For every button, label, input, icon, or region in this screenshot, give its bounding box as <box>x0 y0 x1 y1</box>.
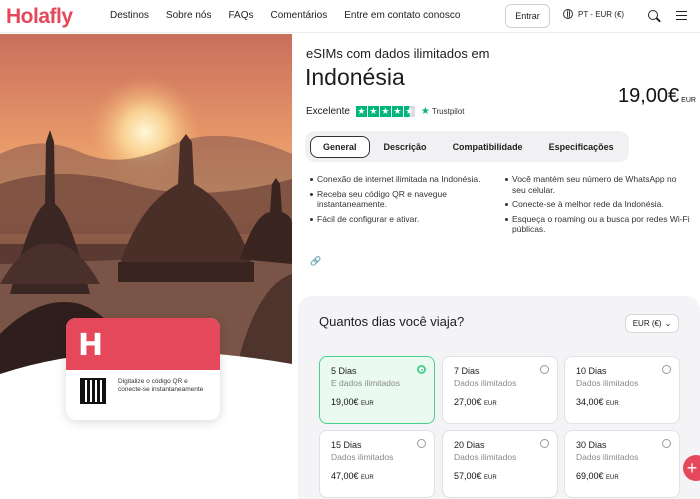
nav-links: Destinos Sobre nós FAQs Comentários Entr… <box>110 10 477 21</box>
star-icon: ★ <box>379 106 391 117</box>
holafly-logo[interactable]: Holafly <box>6 5 73 29</box>
plan-label: Dados ilimitados <box>576 378 639 388</box>
list-item: Receba seu código QR e navegue instantan… <box>310 189 495 210</box>
plan-price: 57,00€ EUR <box>454 471 497 481</box>
plan-label: Dados ilimitados <box>576 452 639 462</box>
nav-link-destinos[interactable]: Destinos <box>110 10 149 21</box>
plus-icon: + <box>686 457 698 478</box>
list-item: Esqueça o roaming ou a busca por redes W… <box>505 214 690 235</box>
qr-instructions: Digitalize o código QR e conecte-se inst… <box>118 378 204 393</box>
product-subtitle: eSIMs com dados ilimitados em <box>306 46 490 61</box>
search-icon[interactable] <box>648 10 658 20</box>
radio-icon[interactable] <box>662 439 671 448</box>
esim-card-illustration: H Digitalize o código QR e conecte-se in… <box>66 318 220 420</box>
plan-option-30-days[interactable]: 30 Dias Dados ilimitados 69,00€ EUR <box>564 430 680 498</box>
plan-price: 34,00€ EUR <box>576 397 619 407</box>
rating-stars: ★ ★ ★ ★ ★ <box>355 106 415 117</box>
price-currency: EUR <box>681 97 696 104</box>
globe-icon <box>563 9 573 19</box>
plan-price: 19,00€ EUR <box>331 397 374 407</box>
login-button[interactable]: Entrar <box>505 4 550 28</box>
trustpilot-badge: ★ Trustpilot <box>421 106 465 117</box>
plan-option-10-days[interactable]: 10 Dias Dados ilimitados 34,00€ EUR <box>564 356 680 424</box>
nav-link-comentarios[interactable]: Comentários <box>271 10 328 21</box>
radio-icon[interactable] <box>540 365 549 374</box>
plan-option-7-days[interactable]: 7 Dias Dados ilimitados 27,00€ EUR <box>442 356 558 424</box>
nav-link-faqs[interactable]: FAQs <box>229 10 254 21</box>
language-selector[interactable]: PT - EUR (€) <box>563 9 624 19</box>
tab-compatibilidade[interactable]: Compatibilidade <box>441 136 535 158</box>
tab-descricao[interactable]: Descrição <box>372 136 439 158</box>
star-icon: ★ <box>355 106 367 117</box>
features-right: Você mantém seu número de WhatsApp no se… <box>505 174 690 239</box>
trustpilot-star-icon: ★ <box>420 106 430 117</box>
trustpilot-label: Trustpilot <box>431 107 465 116</box>
list-item: Você mantém seu número de WhatsApp no se… <box>505 174 690 195</box>
product-tabs: General Descrição Compatibilidade Especi… <box>305 131 629 162</box>
nav-link-contato[interactable]: Entre em contato conosco <box>344 10 460 21</box>
plan-label: Dados ilimitados <box>331 452 394 462</box>
rating-label: Excelente <box>306 106 350 117</box>
plan-option-15-days[interactable]: 15 Dias Dados ilimitados 47,00€ EUR <box>319 430 435 498</box>
bullet-icon <box>505 217 508 221</box>
borobudur-temple-illustration <box>0 34 292 499</box>
radio-icon[interactable] <box>662 365 671 374</box>
link-icon[interactable]: 🔗 <box>310 256 321 267</box>
radio-icon[interactable] <box>417 439 426 448</box>
chevron-down-icon: ⌄ <box>664 319 672 328</box>
bullet-icon <box>505 178 508 181</box>
holafly-h-icon: H <box>78 328 104 363</box>
plans-title: Quantos dias você viaja? <box>319 314 465 329</box>
rating[interactable]: Excelente ★ ★ ★ ★ ★ ★ Trustpilot <box>306 106 465 117</box>
plan-price: 27,00€ EUR <box>454 397 497 407</box>
plan-price: 69,00€ EUR <box>576 471 619 481</box>
radio-icon[interactable] <box>540 439 549 448</box>
plan-label: Dados ilimitados <box>454 452 517 462</box>
product-title: Indonésia <box>305 64 405 90</box>
list-item: Conexão de internet ilimitada na Indonés… <box>310 174 495 185</box>
half-star-icon: ★ <box>403 106 415 117</box>
plan-label: E dados ilimitados <box>331 378 400 388</box>
star-icon: ★ <box>367 106 379 117</box>
menu-icon[interactable] <box>676 11 687 20</box>
star-icon: ★ <box>391 106 403 117</box>
features-left: Conexão de internet ilimitada na Indonés… <box>310 174 495 239</box>
top-navigation: Holafly Destinos Sobre nós FAQs Comentár… <box>0 0 700 33</box>
hero-image <box>0 34 292 499</box>
language-label: PT - EUR (€) <box>578 9 625 19</box>
currency-select[interactable]: EUR (€) ⌄ <box>625 314 679 333</box>
bullet-icon <box>310 192 313 196</box>
list-item: Fácil de configurar e ativar. <box>310 214 495 225</box>
radio-selected-icon[interactable] <box>417 365 426 374</box>
feature-list: Conexão de internet ilimitada na Indonés… <box>310 174 700 239</box>
currency-label: EUR (€) <box>632 319 662 328</box>
tab-especificacoes[interactable]: Especificações <box>537 136 626 158</box>
price-value: 19,00€ <box>618 85 680 107</box>
product-price: 19,00€ EUR <box>618 85 696 108</box>
tab-general[interactable]: General <box>310 135 370 158</box>
bullet-icon <box>505 203 508 206</box>
bullet-icon <box>310 178 313 181</box>
qr-code-icon <box>80 378 106 404</box>
bullet-icon <box>310 217 313 221</box>
plan-price: 47,00€ EUR <box>331 471 374 481</box>
card-header: H <box>66 318 220 370</box>
plan-label: Dados ilimitados <box>454 378 517 388</box>
plan-option-5-days[interactable]: 5 Dias E dados ilimitados 19,00€ EUR <box>319 356 435 424</box>
nav-link-sobre-nos[interactable]: Sobre nós <box>166 10 212 21</box>
plan-option-20-days[interactable]: 20 Dias Dados ilimitados 57,00€ EUR <box>442 430 558 498</box>
list-item: Conecte-se à melhor rede da Indonésia. <box>505 199 690 210</box>
